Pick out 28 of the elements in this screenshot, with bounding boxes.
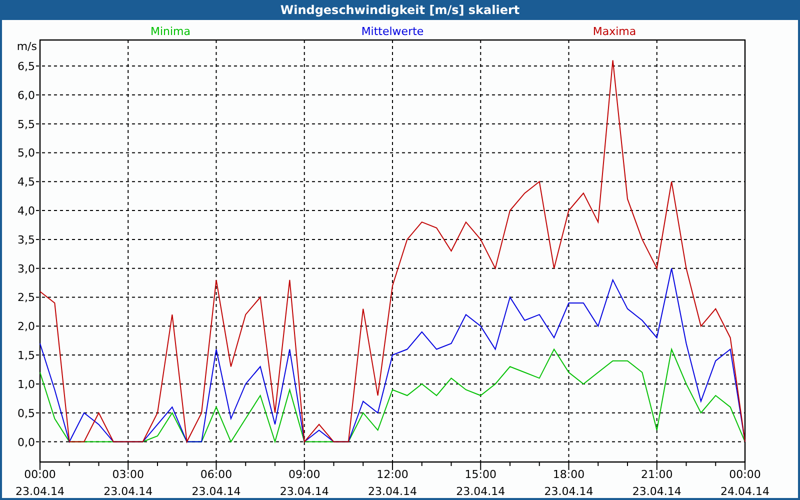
y-tick-label: 0,0 [18, 436, 35, 449]
y-tick-label: 0,5 [18, 406, 35, 420]
y-tick-label: 4,5 [18, 176, 35, 189]
x-tick-label: 03:00 23.04.14 [104, 468, 153, 498]
y-tick-label: 6,0 [18, 88, 35, 102]
y-tick-label: 2,0 [18, 320, 35, 334]
window-title: Windgeschwindigkeit [m/s] skaliert [279, 2, 521, 19]
y-tick-label: 3,0 [18, 262, 35, 276]
y-tick-label: 3,5 [18, 233, 35, 246]
y-tick-label: 4,0 [18, 204, 35, 218]
x-tick-label: 00:00 24.04.14 [720, 468, 770, 498]
x-tick-label: 18:00 23.04.14 [544, 468, 594, 498]
y-tick-label: 6,5 [18, 60, 35, 74]
x-tick-label: 12:00 23.04.14 [368, 468, 417, 498]
y-tick-label: 1,5 [18, 349, 35, 362]
x-tick-label: 21:00 23.04.14 [632, 468, 682, 498]
x-tick-label: 06:00 23.04.14 [192, 468, 241, 498]
y-axis-label: m/s [16, 40, 37, 53]
x-tick-label: 09:00 23.04.14 [280, 468, 329, 498]
legend-label: Mittelwerte [361, 25, 424, 38]
y-tick-label: 5,0 [18, 146, 35, 160]
x-tick-label: 15:00 23.04.14 [456, 468, 506, 498]
y-tick-label: 2,5 [18, 291, 35, 304]
y-tick-label: 5,5 [18, 118, 35, 131]
legend-label: Maxima [592, 25, 636, 38]
x-tick-label: 00:00 23.04.14 [16, 468, 64, 498]
legend-label: Minima [150, 25, 191, 38]
y-tick-label: 1,0 [18, 378, 35, 391]
